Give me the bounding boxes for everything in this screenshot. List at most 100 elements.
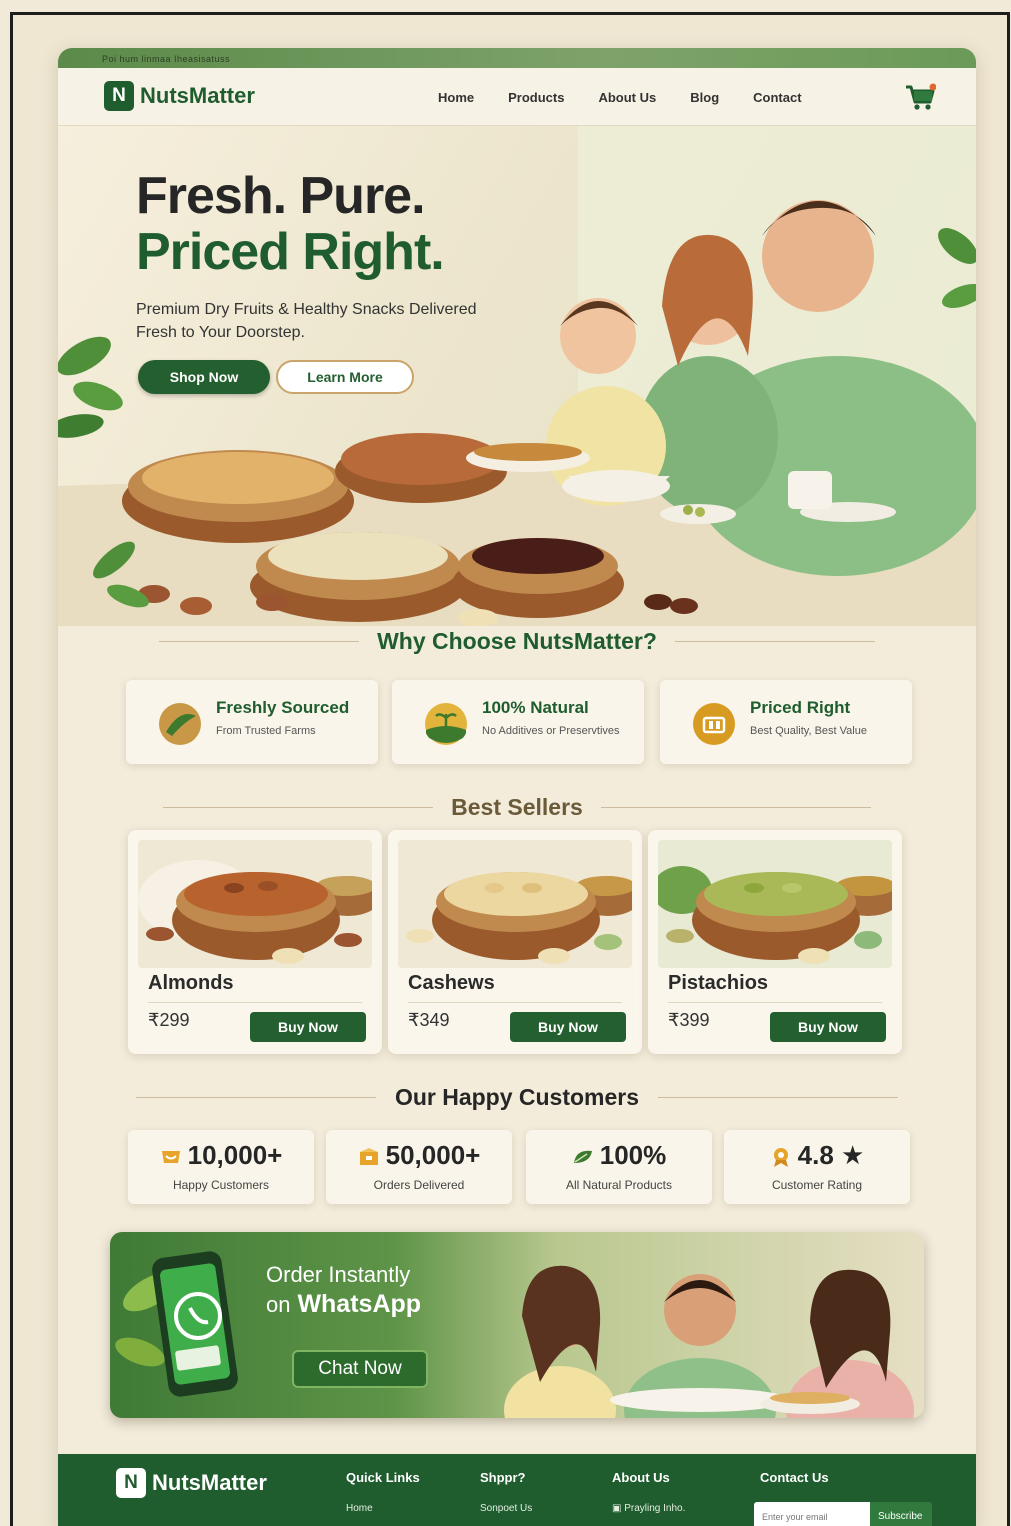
- award-icon: [773, 1148, 788, 1168]
- customers-title: Our Happy Customers: [394, 1084, 640, 1110]
- subscribe-form: Enter your email Subscribe: [754, 1502, 932, 1526]
- nav-links: Home Products About Us Blog Contact: [438, 90, 836, 105]
- divider: [408, 1002, 622, 1003]
- nav-contact[interactable]: Contact: [753, 90, 801, 105]
- stat-value: 10,000+: [187, 1140, 283, 1170]
- stat-label: Orders Delivered: [373, 1178, 465, 1192]
- buy-now-button[interactable]: Buy Now: [770, 1012, 886, 1042]
- logo-badge: N: [116, 1468, 146, 1498]
- divider: [162, 807, 433, 808]
- stat-label: All Natural Products: [565, 1178, 673, 1192]
- top-strip: Poi hum linmaa Iheasisatuss: [58, 48, 976, 68]
- customer-figures: [504, 1265, 914, 1418]
- divider: [136, 1097, 377, 1098]
- whatsapp-brand: WhatsApp: [297, 1290, 422, 1318]
- product-card[interactable]: Almonds ₹299 Buy Now: [128, 830, 382, 1054]
- whatsapp-line2: on WhatsApp: [266, 1290, 421, 1319]
- product-name: Pistachios: [668, 972, 769, 994]
- product-price: ₹299: [148, 1010, 190, 1030]
- footer-heading: About Us: [612, 1470, 670, 1485]
- feature-card: 100% Natural No Additives or Preservtive…: [392, 680, 644, 764]
- footer-column-shop: Shppr? Sonpoet Us: [480, 1470, 532, 1514]
- feature-subtitle: From Trusted Farms: [216, 725, 316, 737]
- product-price: ₹349: [408, 1010, 450, 1030]
- divider: [148, 1002, 362, 1003]
- footer-column-quick-links: Quick Links Home: [346, 1470, 420, 1514]
- footer-column-contact: Contact Us: [760, 1470, 829, 1485]
- footer-heading: Contact Us: [760, 1470, 829, 1485]
- stat-card: 10,000+ Happy Customers: [128, 1130, 314, 1204]
- buy-now-button[interactable]: Buy Now: [250, 1012, 366, 1042]
- whatsapp-banner: Order Instantly on WhatsApp Chat Now: [110, 1232, 924, 1418]
- footer-column-about: About Us ▣ Prayling Inho.: [612, 1470, 685, 1514]
- product-price: ₹399: [668, 1010, 710, 1030]
- stat-card: 100% All Natural Products: [526, 1130, 712, 1204]
- footer-link-text: Prayling Inho.: [624, 1503, 686, 1514]
- logo-badge: N: [104, 81, 134, 111]
- cart-icon[interactable]: [904, 82, 936, 112]
- chat-now-button[interactable]: Chat Now: [292, 1350, 428, 1388]
- stat-value: 100%: [599, 1140, 667, 1170]
- feature-title: Freshly Sourced: [216, 698, 350, 717]
- price-tag-icon: [693, 703, 735, 745]
- divider: [657, 1097, 898, 1098]
- leaf-icon: [159, 703, 201, 745]
- stat-value-row: 10,000+: [128, 1140, 314, 1171]
- subscribe-button[interactable]: Subscribe: [870, 1502, 932, 1526]
- hero-title-line2: Priced Right.: [136, 223, 445, 281]
- feature-subtitle: No Additives or Preservtives: [482, 725, 620, 737]
- product-card[interactable]: Pistachios ₹399 Buy Now: [648, 830, 902, 1054]
- brand-name: NutsMatter: [140, 83, 255, 108]
- nav-blog[interactable]: Blog: [690, 90, 719, 105]
- footer-link[interactable]: Sonpoet Us: [480, 1503, 532, 1514]
- why-section-heading: Why Choose NutsMatter?: [58, 628, 976, 655]
- customers-heading: Our Happy Customers: [58, 1084, 976, 1111]
- hero-subtitle: Premium Dry Fruits & Healthy Snacks Deli…: [136, 301, 477, 341]
- stat-card: 4.8 ★ Customer Rating: [724, 1130, 910, 1204]
- footer-heading: Shppr?: [480, 1470, 526, 1485]
- leaf-icon: [573, 1150, 592, 1164]
- divider: [668, 1002, 882, 1003]
- stat-label: Customer Rating: [771, 1178, 863, 1192]
- hero-title-line1: Fresh. Pure.: [136, 167, 426, 225]
- nav-products[interactable]: Products: [508, 90, 564, 105]
- bestsellers-title: Best Sellers: [451, 794, 583, 820]
- info-icon: ▣: [612, 1503, 625, 1514]
- stat-value-row: 50,000+: [326, 1140, 512, 1171]
- stat-value-row: 4.8 ★: [724, 1140, 910, 1171]
- learn-more-button[interactable]: Learn More: [276, 360, 414, 394]
- footer-link[interactable]: Home: [346, 1503, 420, 1514]
- divider: [675, 641, 876, 642]
- navbar: N NutsMatter Home Products About Us Blog…: [58, 68, 976, 126]
- feature-title: 100% Natural: [482, 698, 589, 717]
- feature-card: Freshly Sourced From Trusted Farms: [126, 680, 378, 764]
- nav-home[interactable]: Home: [438, 90, 474, 105]
- footer-link[interactable]: ▣ Prayling Inho.: [612, 1503, 685, 1514]
- brand-logo[interactable]: N NutsMatter: [104, 81, 255, 111]
- feature-title: Priced Right: [750, 698, 851, 717]
- almonds-image: [138, 840, 372, 968]
- footer-heading: Quick Links: [346, 1470, 420, 1485]
- stat-label: Happy Customers: [172, 1178, 270, 1192]
- whatsapp-line1: Order Instantly: [266, 1262, 411, 1287]
- feature-subtitle: Best Quality, Best Value: [750, 725, 867, 737]
- shop-now-button[interactable]: Shop Now: [138, 360, 270, 394]
- stat-value: 50,000+: [385, 1140, 481, 1170]
- hero-section: Fresh. Pure. Priced Right. Premium Dry F…: [58, 126, 976, 626]
- email-input[interactable]: Enter your email: [754, 1502, 870, 1526]
- product-name: Almonds: [148, 972, 234, 994]
- footer-logo[interactable]: N NutsMatter: [116, 1468, 267, 1498]
- product-card[interactable]: Cashews ₹349 Buy Now: [388, 830, 642, 1054]
- box-icon: [359, 1148, 378, 1166]
- footer-brand-name: NutsMatter: [152, 1470, 267, 1495]
- stat-value-row: 100%: [526, 1140, 712, 1171]
- smile-icon: [161, 1151, 180, 1164]
- pistachios-image: [658, 840, 892, 968]
- buy-now-button[interactable]: Buy Now: [510, 1012, 626, 1042]
- whatsapp-prefix: on: [266, 1292, 291, 1317]
- footer: N NutsMatter Quick Links Home Shppr? Son…: [58, 1454, 976, 1526]
- cashews-image: [398, 840, 632, 968]
- bestsellers-heading: Best Sellers: [58, 794, 976, 821]
- stat-value: 4.8 ★: [797, 1140, 865, 1170]
- nav-about[interactable]: About Us: [598, 90, 656, 105]
